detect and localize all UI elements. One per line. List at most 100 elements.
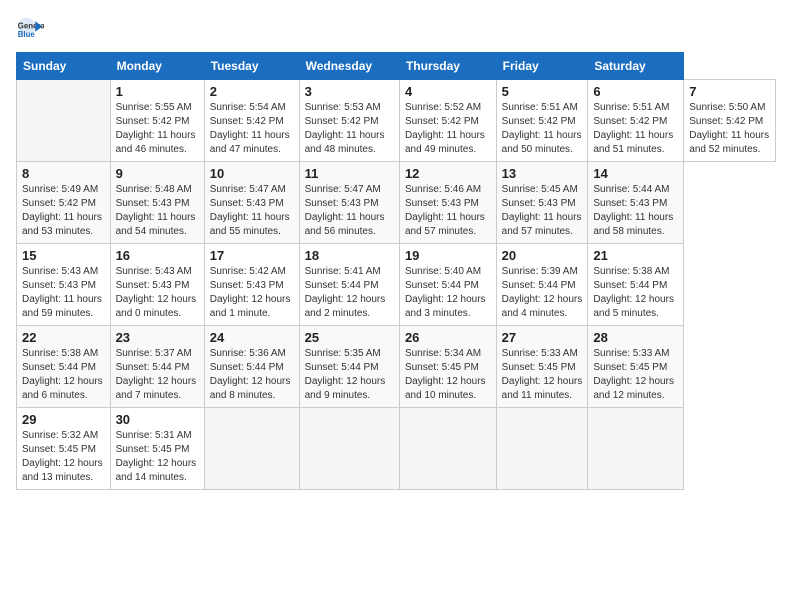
day-info: Sunrise: 5:42 AMSunset: 5:43 PMDaylight:… bbox=[210, 265, 294, 321]
calendar-day-cell: 20 Sunrise: 5:39 AMSunset: 5:44 PMDaylig… bbox=[496, 244, 588, 326]
calendar-day-cell: 21 Sunrise: 5:38 AMSunset: 5:44 PMDaylig… bbox=[588, 244, 684, 326]
calendar-day-cell: 7 Sunrise: 5:50 AMSunset: 5:42 PMDayligh… bbox=[684, 80, 776, 162]
day-info: Sunrise: 5:35 AMSunset: 5:44 PMDaylight:… bbox=[305, 347, 394, 403]
day-number: 26 bbox=[405, 330, 491, 345]
page-header: General Blue bbox=[16, 16, 776, 44]
calendar-week-row: 8 Sunrise: 5:49 AMSunset: 5:42 PMDayligh… bbox=[17, 162, 776, 244]
calendar-day-cell: 17 Sunrise: 5:42 AMSunset: 5:43 PMDaylig… bbox=[204, 244, 299, 326]
logo-icon: General Blue bbox=[16, 16, 44, 44]
day-number: 19 bbox=[405, 248, 491, 263]
calendar-day-cell: 19 Sunrise: 5:40 AMSunset: 5:44 PMDaylig… bbox=[399, 244, 496, 326]
day-info: Sunrise: 5:36 AMSunset: 5:44 PMDaylight:… bbox=[210, 347, 294, 403]
day-number: 23 bbox=[116, 330, 199, 345]
calendar-day-cell: 26 Sunrise: 5:34 AMSunset: 5:45 PMDaylig… bbox=[399, 326, 496, 408]
calendar-day-cell: 30 Sunrise: 5:31 AMSunset: 5:45 PMDaylig… bbox=[110, 408, 204, 490]
day-info: Sunrise: 5:31 AMSunset: 5:45 PMDaylight:… bbox=[116, 429, 199, 485]
day-info: Sunrise: 5:51 AMSunset: 5:42 PMDaylight:… bbox=[502, 101, 583, 157]
day-info: Sunrise: 5:50 AMSunset: 5:42 PMDaylight:… bbox=[689, 101, 770, 157]
weekday-header-row: SundayMondayTuesdayWednesdayThursdayFrid… bbox=[17, 53, 776, 80]
calendar-day-cell: 10 Sunrise: 5:47 AMSunset: 5:43 PMDaylig… bbox=[204, 162, 299, 244]
day-info: Sunrise: 5:43 AMSunset: 5:43 PMDaylight:… bbox=[22, 265, 105, 321]
weekday-header-thursday: Thursday bbox=[399, 53, 496, 80]
day-info: Sunrise: 5:33 AMSunset: 5:45 PMDaylight:… bbox=[502, 347, 583, 403]
day-number: 25 bbox=[305, 330, 394, 345]
day-number: 14 bbox=[593, 166, 678, 181]
calendar-day-cell: 2 Sunrise: 5:54 AMSunset: 5:42 PMDayligh… bbox=[204, 80, 299, 162]
day-number: 18 bbox=[305, 248, 394, 263]
day-info: Sunrise: 5:38 AMSunset: 5:44 PMDaylight:… bbox=[22, 347, 105, 403]
calendar-day-cell: 12 Sunrise: 5:46 AMSunset: 5:43 PMDaylig… bbox=[399, 162, 496, 244]
day-number: 12 bbox=[405, 166, 491, 181]
calendar-day-cell: 1 Sunrise: 5:55 AMSunset: 5:42 PMDayligh… bbox=[110, 80, 204, 162]
calendar-week-row: 22 Sunrise: 5:38 AMSunset: 5:44 PMDaylig… bbox=[17, 326, 776, 408]
day-info: Sunrise: 5:47 AMSunset: 5:43 PMDaylight:… bbox=[210, 183, 294, 239]
day-info: Sunrise: 5:54 AMSunset: 5:42 PMDaylight:… bbox=[210, 101, 294, 157]
calendar-day-cell: 9 Sunrise: 5:48 AMSunset: 5:43 PMDayligh… bbox=[110, 162, 204, 244]
day-number: 22 bbox=[22, 330, 105, 345]
day-info: Sunrise: 5:46 AMSunset: 5:43 PMDaylight:… bbox=[405, 183, 491, 239]
calendar-day-cell: 15 Sunrise: 5:43 AMSunset: 5:43 PMDaylig… bbox=[17, 244, 111, 326]
calendar-day-cell: 27 Sunrise: 5:33 AMSunset: 5:45 PMDaylig… bbox=[496, 326, 588, 408]
day-number: 10 bbox=[210, 166, 294, 181]
day-number: 3 bbox=[305, 84, 394, 99]
calendar-day-cell: 29 Sunrise: 5:32 AMSunset: 5:45 PMDaylig… bbox=[17, 408, 111, 490]
day-info: Sunrise: 5:39 AMSunset: 5:44 PMDaylight:… bbox=[502, 265, 583, 321]
day-info: Sunrise: 5:53 AMSunset: 5:42 PMDaylight:… bbox=[305, 101, 394, 157]
day-info: Sunrise: 5:41 AMSunset: 5:44 PMDaylight:… bbox=[305, 265, 394, 321]
day-number: 13 bbox=[502, 166, 583, 181]
day-info: Sunrise: 5:51 AMSunset: 5:42 PMDaylight:… bbox=[593, 101, 678, 157]
day-number: 8 bbox=[22, 166, 105, 181]
calendar-day-cell: 8 Sunrise: 5:49 AMSunset: 5:42 PMDayligh… bbox=[17, 162, 111, 244]
weekday-header-sunday: Sunday bbox=[17, 53, 111, 80]
calendar-week-row: 29 Sunrise: 5:32 AMSunset: 5:45 PMDaylig… bbox=[17, 408, 776, 490]
day-number: 30 bbox=[116, 412, 199, 427]
calendar-day-cell: 11 Sunrise: 5:47 AMSunset: 5:43 PMDaylig… bbox=[299, 162, 399, 244]
day-info: Sunrise: 5:47 AMSunset: 5:43 PMDaylight:… bbox=[305, 183, 394, 239]
day-number: 24 bbox=[210, 330, 294, 345]
calendar-week-row: 1 Sunrise: 5:55 AMSunset: 5:42 PMDayligh… bbox=[17, 80, 776, 162]
day-number: 9 bbox=[116, 166, 199, 181]
day-number: 29 bbox=[22, 412, 105, 427]
logo: General Blue bbox=[16, 16, 48, 44]
day-info: Sunrise: 5:49 AMSunset: 5:42 PMDaylight:… bbox=[22, 183, 105, 239]
day-info: Sunrise: 5:45 AMSunset: 5:43 PMDaylight:… bbox=[502, 183, 583, 239]
day-number: 5 bbox=[502, 84, 583, 99]
calendar-day-cell: 6 Sunrise: 5:51 AMSunset: 5:42 PMDayligh… bbox=[588, 80, 684, 162]
calendar-day-cell bbox=[299, 408, 399, 490]
calendar-day-cell: 14 Sunrise: 5:44 AMSunset: 5:43 PMDaylig… bbox=[588, 162, 684, 244]
day-info: Sunrise: 5:52 AMSunset: 5:42 PMDaylight:… bbox=[405, 101, 491, 157]
calendar-day-cell: 23 Sunrise: 5:37 AMSunset: 5:44 PMDaylig… bbox=[110, 326, 204, 408]
day-number: 17 bbox=[210, 248, 294, 263]
weekday-header-tuesday: Tuesday bbox=[204, 53, 299, 80]
day-info: Sunrise: 5:43 AMSunset: 5:43 PMDaylight:… bbox=[116, 265, 199, 321]
day-info: Sunrise: 5:37 AMSunset: 5:44 PMDaylight:… bbox=[116, 347, 199, 403]
calendar-table: SundayMondayTuesdayWednesdayThursdayFrid… bbox=[16, 52, 776, 490]
day-number: 7 bbox=[689, 84, 770, 99]
day-number: 20 bbox=[502, 248, 583, 263]
calendar-day-cell: 24 Sunrise: 5:36 AMSunset: 5:44 PMDaylig… bbox=[204, 326, 299, 408]
calendar-day-cell: 25 Sunrise: 5:35 AMSunset: 5:44 PMDaylig… bbox=[299, 326, 399, 408]
calendar-day-cell: 16 Sunrise: 5:43 AMSunset: 5:43 PMDaylig… bbox=[110, 244, 204, 326]
day-info: Sunrise: 5:32 AMSunset: 5:45 PMDaylight:… bbox=[22, 429, 105, 485]
day-info: Sunrise: 5:33 AMSunset: 5:45 PMDaylight:… bbox=[593, 347, 678, 403]
day-info: Sunrise: 5:48 AMSunset: 5:43 PMDaylight:… bbox=[116, 183, 199, 239]
day-number: 2 bbox=[210, 84, 294, 99]
day-number: 11 bbox=[305, 166, 394, 181]
day-info: Sunrise: 5:40 AMSunset: 5:44 PMDaylight:… bbox=[405, 265, 491, 321]
calendar-day-cell: 22 Sunrise: 5:38 AMSunset: 5:44 PMDaylig… bbox=[17, 326, 111, 408]
calendar-day-cell bbox=[496, 408, 588, 490]
calendar-day-cell: 5 Sunrise: 5:51 AMSunset: 5:42 PMDayligh… bbox=[496, 80, 588, 162]
calendar-day-cell bbox=[588, 408, 684, 490]
calendar-day-empty bbox=[17, 80, 111, 162]
calendar-day-cell bbox=[204, 408, 299, 490]
day-number: 1 bbox=[116, 84, 199, 99]
calendar-week-row: 15 Sunrise: 5:43 AMSunset: 5:43 PMDaylig… bbox=[17, 244, 776, 326]
calendar-day-cell bbox=[399, 408, 496, 490]
day-info: Sunrise: 5:34 AMSunset: 5:45 PMDaylight:… bbox=[405, 347, 491, 403]
calendar-day-cell: 4 Sunrise: 5:52 AMSunset: 5:42 PMDayligh… bbox=[399, 80, 496, 162]
day-number: 15 bbox=[22, 248, 105, 263]
day-number: 16 bbox=[116, 248, 199, 263]
day-info: Sunrise: 5:44 AMSunset: 5:43 PMDaylight:… bbox=[593, 183, 678, 239]
weekday-header-monday: Monday bbox=[110, 53, 204, 80]
day-info: Sunrise: 5:55 AMSunset: 5:42 PMDaylight:… bbox=[116, 101, 199, 157]
